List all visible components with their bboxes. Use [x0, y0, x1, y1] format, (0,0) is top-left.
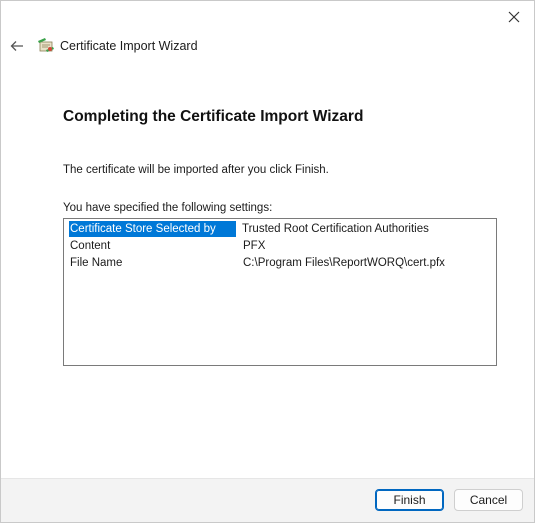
- footer-bar: Finish Cancel: [1, 478, 534, 522]
- settings-label: You have specified the following setting…: [63, 202, 273, 214]
- info-text: The certificate will be imported after y…: [63, 164, 329, 176]
- close-icon: [508, 11, 520, 23]
- back-arrow-icon: [10, 41, 23, 51]
- settings-row-key: Certificate Store Selected by User: [69, 221, 236, 251]
- certificate-icon: [38, 38, 54, 52]
- settings-row-value: C:\Program Files\ReportWORQ\cert.pfx: [243, 257, 445, 269]
- close-button[interactable]: [500, 5, 528, 29]
- settings-row[interactable]: Certificate Store Selected by User Trust…: [69, 221, 429, 251]
- settings-row-key: Content: [70, 240, 111, 252]
- settings-row-value: Trusted Root Certification Authorities: [242, 223, 429, 235]
- back-button[interactable]: [5, 35, 29, 57]
- settings-row[interactable]: Content PFX: [69, 238, 265, 254]
- page-heading: Completing the Certificate Import Wizard: [63, 108, 364, 125]
- settings-row[interactable]: File Name C:\Program Files\ReportWORQ\ce…: [69, 255, 445, 271]
- settings-row-key: File Name: [70, 257, 123, 269]
- certificate-import-wizard-window: Certificate Import Wizard Completing the…: [0, 0, 535, 523]
- cancel-button[interactable]: Cancel: [454, 489, 523, 511]
- finish-button[interactable]: Finish: [375, 489, 444, 511]
- wizard-title: Certificate Import Wizard: [60, 39, 198, 53]
- settings-list[interactable]: Certificate Store Selected by User Trust…: [63, 218, 497, 366]
- settings-row-value: PFX: [243, 240, 266, 252]
